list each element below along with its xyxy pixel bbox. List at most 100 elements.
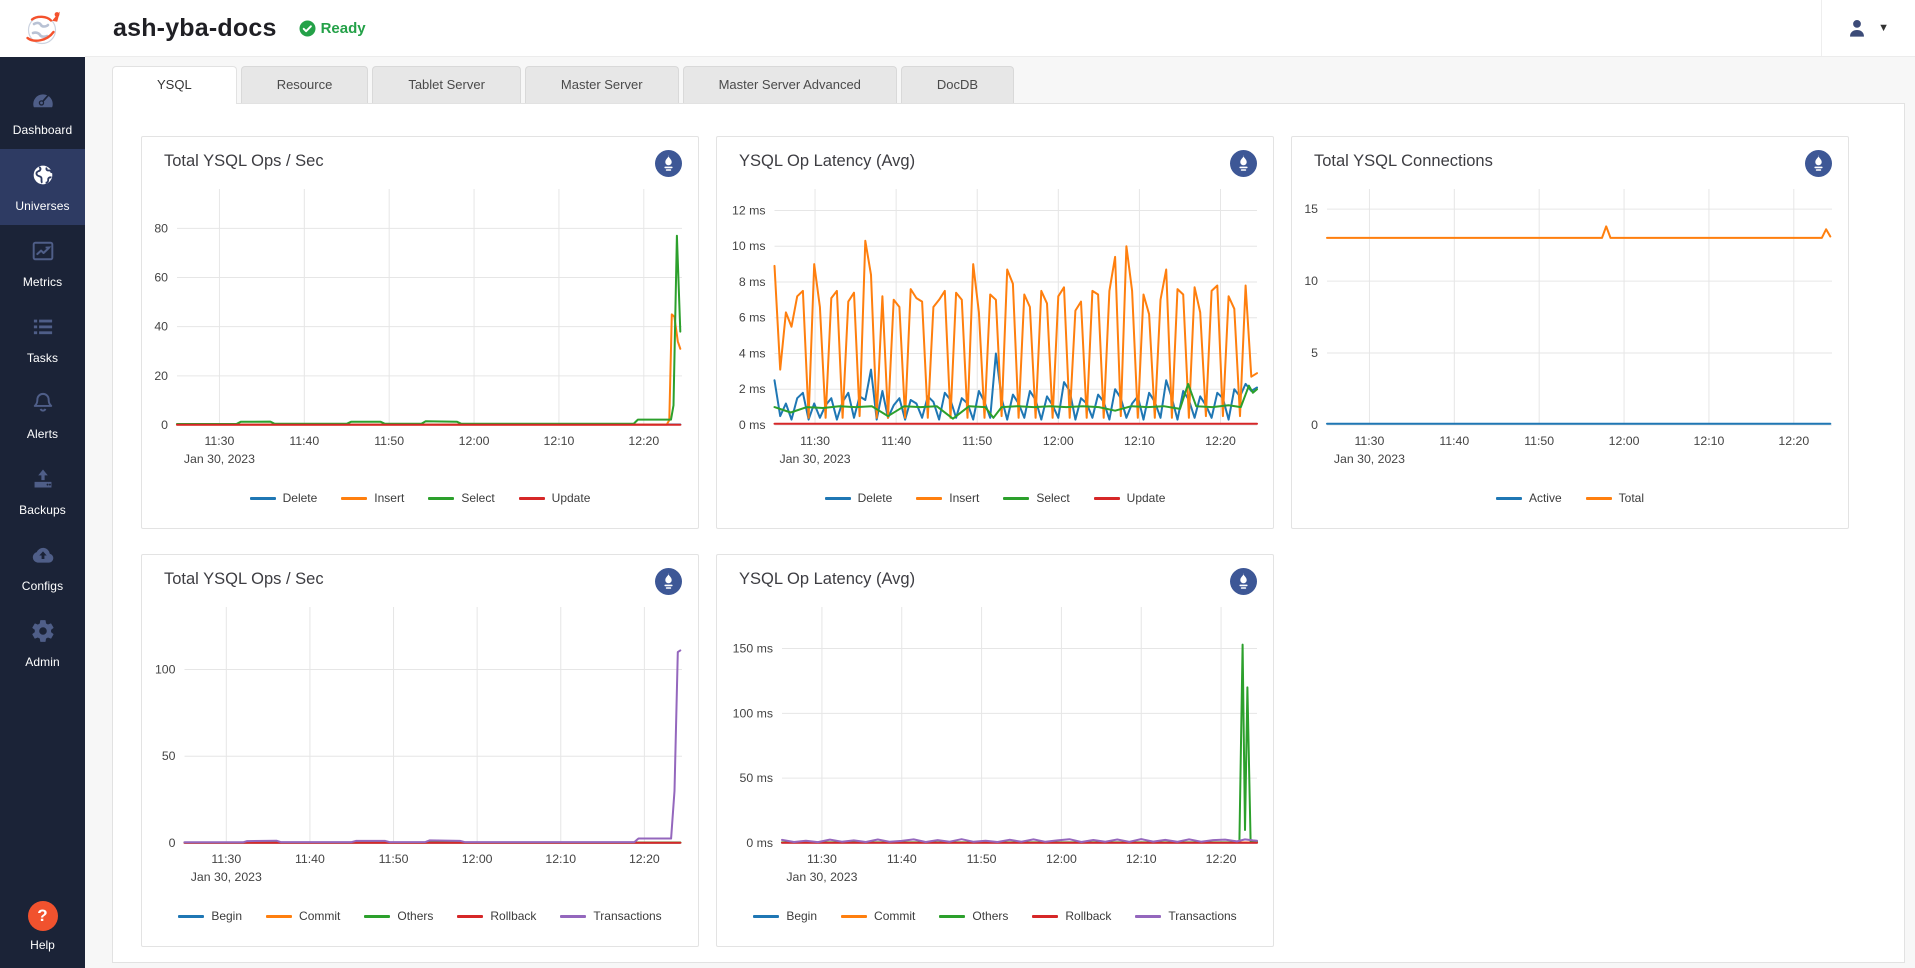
prometheus-icon[interactable] xyxy=(655,150,682,177)
legend-label: Active xyxy=(1529,491,1562,505)
tab-master-server[interactable]: Master Server xyxy=(525,66,679,103)
legend-swatch xyxy=(1094,497,1120,500)
legend-item-insert[interactable]: Insert xyxy=(341,491,404,505)
chart-panel-connections: Total YSQL Connections05101511:3011:4011… xyxy=(1291,136,1849,529)
sidebar-item-tasks[interactable]: Tasks xyxy=(0,301,85,377)
legend-swatch xyxy=(939,915,965,918)
legend-swatch xyxy=(1496,497,1522,500)
user-menu[interactable]: ▼ xyxy=(1821,0,1915,56)
header: ash-yba-docs Ready ▼ xyxy=(85,0,1915,57)
svg-text:10 ms: 10 ms xyxy=(732,239,766,253)
legend-item-select[interactable]: Select xyxy=(428,491,494,505)
legend-item-others[interactable]: Others xyxy=(939,909,1008,923)
legend-item-transactions[interactable]: Transactions xyxy=(1135,909,1236,923)
legend-item-rollback[interactable]: Rollback xyxy=(1032,909,1111,923)
legend-swatch xyxy=(753,915,779,918)
prometheus-icon[interactable] xyxy=(1230,150,1257,177)
svg-text:11:30: 11:30 xyxy=(1355,434,1385,448)
sidebar-item-help[interactable]: ? Help xyxy=(0,887,85,968)
tab-tablet-server[interactable]: Tablet Server xyxy=(372,66,521,103)
legend-item-delete[interactable]: Delete xyxy=(250,491,318,505)
legend-label: Begin xyxy=(211,909,242,923)
prometheus-icon[interactable] xyxy=(655,568,682,595)
sidebar-item-label: Admin xyxy=(25,655,60,669)
legend-label: Commit xyxy=(874,909,915,923)
legend-item-commit[interactable]: Commit xyxy=(266,909,340,923)
sidebar-item-label: Alerts xyxy=(27,427,58,441)
svg-text:11:50: 11:50 xyxy=(967,852,997,866)
legend-item-insert[interactable]: Insert xyxy=(916,491,979,505)
yugabyte-logo[interactable] xyxy=(0,0,85,57)
sidebar-item-universes[interactable]: Universes xyxy=(0,149,85,225)
chart-legend: Delete Insert Select Update xyxy=(142,491,698,505)
sidebar-item-label: Backups xyxy=(19,503,66,517)
chart-title: Total YSQL Connections xyxy=(1292,137,1848,171)
svg-text:0 ms: 0 ms xyxy=(746,836,773,850)
chart-canvas: 0 ms2 ms4 ms6 ms8 ms10 ms12 ms11:3011:40… xyxy=(717,173,1273,481)
sidebar-nav: Dashboard UniversesMetricsTasks Alerts Back… xyxy=(0,57,85,681)
tab-resource[interactable]: Resource xyxy=(241,66,369,103)
legend-swatch xyxy=(1586,497,1612,500)
legend-item-active[interactable]: Active xyxy=(1496,491,1562,505)
svg-text:11:50: 11:50 xyxy=(379,852,409,866)
check-icon xyxy=(299,20,316,37)
legend-item-update[interactable]: Update xyxy=(519,491,591,505)
legend-label: Insert xyxy=(374,491,404,505)
tab-content: Total YSQL Ops / Sec02040608011:3011:401… xyxy=(112,103,1905,963)
sidebar-item-alerts[interactable]: Alerts xyxy=(0,377,85,453)
sidebar-item-backups[interactable]: Backups xyxy=(0,453,85,529)
legend-label: Total xyxy=(1619,491,1644,505)
svg-text:0 ms: 0 ms xyxy=(739,418,766,432)
legend-label: Insert xyxy=(949,491,979,505)
chart-canvas: 0 ms50 ms100 ms150 ms11:3011:4011:5012:0… xyxy=(717,591,1273,899)
chart-panel-latency-bottom: YSQL Op Latency (Avg)0 ms50 ms100 ms150 … xyxy=(716,554,1274,947)
legend-swatch xyxy=(916,497,942,500)
legend-item-rollback[interactable]: Rollback xyxy=(457,909,536,923)
sidebar-item-label: Dashboard xyxy=(13,123,73,137)
svg-text:10: 10 xyxy=(1304,274,1318,288)
svg-text:0: 0 xyxy=(1311,418,1318,432)
svg-text:12:20: 12:20 xyxy=(1206,852,1237,866)
svg-text:6 ms: 6 ms xyxy=(739,311,766,325)
legend-item-begin[interactable]: Begin xyxy=(753,909,817,923)
chart-panel-ops-bottom: Total YSQL Ops / Sec05010011:3011:4011:5… xyxy=(141,554,699,947)
chart-panel-ops-top: Total YSQL Ops / Sec02040608011:3011:401… xyxy=(141,136,699,529)
svg-text:11:30: 11:30 xyxy=(205,434,235,448)
chart-row-1: Total YSQL Ops / Sec02040608011:3011:401… xyxy=(141,136,1904,529)
legend-item-commit[interactable]: Commit xyxy=(841,909,915,923)
legend-item-begin[interactable]: Begin xyxy=(178,909,242,923)
legend-item-delete[interactable]: Delete xyxy=(825,491,893,505)
legend-item-total[interactable]: Total xyxy=(1586,491,1644,505)
prometheus-icon[interactable] xyxy=(1805,150,1832,177)
sidebar-item-dashboard[interactable]: Dashboard xyxy=(0,73,85,149)
legend-item-transactions[interactable]: Transactions xyxy=(560,909,661,923)
svg-text:Jan 30, 2023: Jan 30, 2023 xyxy=(779,452,850,466)
svg-text:11:50: 11:50 xyxy=(1524,434,1554,448)
tab-docdb[interactable]: DocDB xyxy=(901,66,1014,103)
chart-title: Total YSQL Ops / Sec xyxy=(142,137,698,171)
tab-ysql[interactable]: YSQL xyxy=(112,66,237,104)
svg-text:12:00: 12:00 xyxy=(1609,434,1640,448)
sidebar-item-configs[interactable]: Configs xyxy=(0,529,85,605)
legend-swatch xyxy=(841,915,867,918)
legend-swatch xyxy=(825,497,851,500)
legend-item-others[interactable]: Others xyxy=(364,909,433,923)
svg-text:12:10: 12:10 xyxy=(1124,434,1155,448)
legend-swatch xyxy=(560,915,586,918)
status-text: Ready xyxy=(321,20,366,37)
svg-text:8 ms: 8 ms xyxy=(739,275,766,289)
svg-text:12:00: 12:00 xyxy=(462,852,493,866)
svg-text:12:00: 12:00 xyxy=(1046,852,1077,866)
chart-panel-latency-top: YSQL Op Latency (Avg)0 ms2 ms4 ms6 ms8 m… xyxy=(716,136,1274,529)
sidebar-item-metrics[interactable]: Metrics xyxy=(0,225,85,301)
tab-master-server-advanced[interactable]: Master Server Advanced xyxy=(683,66,897,103)
prometheus-icon[interactable] xyxy=(1230,568,1257,595)
legend-swatch xyxy=(428,497,454,500)
legend-item-update[interactable]: Update xyxy=(1094,491,1166,505)
svg-text:80: 80 xyxy=(154,221,168,235)
tasks-icon xyxy=(30,314,56,345)
sidebar-item-admin[interactable]: Admin xyxy=(0,605,85,681)
chart-canvas: 02040608011:3011:4011:5012:0012:1012:20J… xyxy=(142,173,698,481)
legend-item-select[interactable]: Select xyxy=(1003,491,1069,505)
svg-text:12:10: 12:10 xyxy=(545,852,576,866)
